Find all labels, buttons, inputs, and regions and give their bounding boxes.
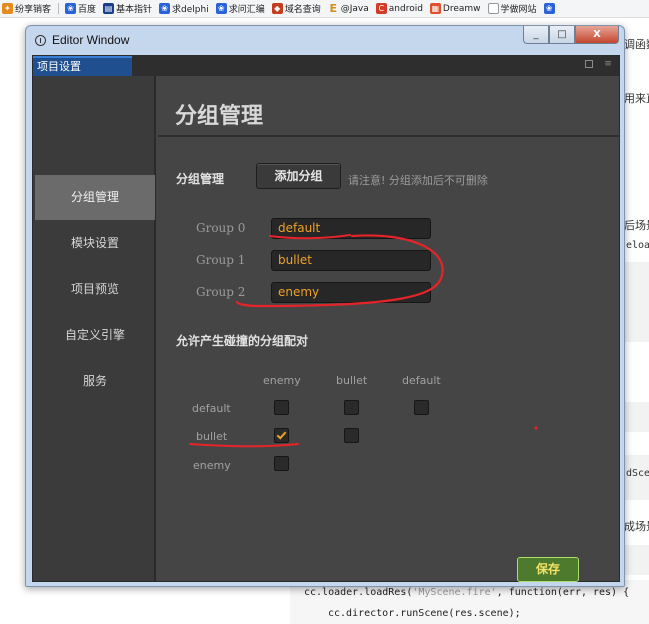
group-1-label: Group 1 (196, 253, 246, 267)
sidebar-item-custom-engine[interactable]: 自定义引擎 (35, 313, 155, 358)
add-group-note: 请注意! 分组添加后不可删除 (348, 174, 488, 187)
checkbox-default-default[interactable] (414, 400, 429, 415)
bookmark-7[interactable]: Candroid (375, 3, 423, 14)
maximize-icon: □ (557, 29, 567, 40)
paw-icon: ❀ (215, 3, 227, 14)
sidebar-item-preview[interactable]: 项目预览 (35, 267, 155, 312)
matrix-col-default: default (402, 374, 441, 387)
bookmark-6[interactable]: E @Java (328, 2, 368, 15)
window-title: Editor Window (35, 33, 129, 47)
book-icon: ▤ (103, 3, 115, 14)
sidebar-item-modules[interactable]: 模块设置 (35, 221, 155, 266)
close-button[interactable]: X (575, 26, 619, 44)
share-icon: ✦ (2, 3, 13, 14)
bookmarks-bar: ✦ 纷享销客 ❀ 百度 ▤ 基本指针 ❀ 求delphi ❀ 求问汇编 ◆ 域名查询 E @J… (0, 0, 649, 18)
checkbox-enemy-enemy[interactable] (274, 456, 289, 471)
paw-icon: ❀ (159, 3, 171, 14)
paw-icon: ❀ (65, 3, 77, 14)
save-button[interactable]: 保存 (517, 557, 579, 582)
menu-icon[interactable]: ≡ (603, 59, 613, 69)
bookmark-4[interactable]: ❀ 求问汇编 (215, 2, 265, 15)
group-0-field[interactable]: default (271, 218, 431, 239)
bookmark-separator (58, 3, 60, 14)
checkbox-default-enemy[interactable] (274, 400, 289, 415)
group-section-label: 分组管理 (176, 172, 225, 186)
collision-matrix-title: 允许产生碰撞的分组配对 (176, 334, 309, 348)
checkbox-bullet-enemy[interactable] (274, 428, 289, 443)
bookmark-3[interactable]: ❀ 求delphi (159, 2, 209, 15)
tab-controls: ≡ (585, 59, 613, 69)
add-group-button[interactable]: 添加分组 (256, 163, 341, 189)
matrix-col-enemy: enemy (263, 374, 301, 387)
window-controls: _ □ X (523, 26, 619, 44)
bookmark-0[interactable]: ✦ 纷享销客 (2, 2, 51, 15)
page-icon (487, 3, 499, 14)
editor-window: Editor Window _ □ X 项目设置 ≡ 分组管理 模块设置 项目预… (25, 25, 625, 587)
matrix-row-enemy: enemy (193, 459, 231, 472)
doc-code-fragment: eloa (626, 240, 649, 251)
page-title: 分组管理 (175, 104, 264, 129)
bookmark-10[interactable]: ❀ (543, 3, 557, 14)
maximize-button[interactable]: □ (549, 26, 575, 44)
settings-sidebar: 分组管理 模块设置 项目预览 自定义引擎 服务 (33, 76, 156, 581)
group-0-label: Group 0 (196, 221, 246, 235)
tab-strip: 项目设置 ≡ (33, 56, 619, 76)
doc-text-fragment: 调函数 (624, 38, 649, 51)
tab-project-settings[interactable]: 项目设置 (33, 56, 132, 76)
paw-icon: ❀ (543, 3, 555, 14)
checkmark-icon (276, 429, 287, 440)
doc-text-fragment: 用来直 (624, 92, 649, 105)
checkbox-default-bullet[interactable] (344, 400, 359, 415)
group-1-field[interactable]: bullet (271, 250, 431, 271)
title-divider (158, 135, 619, 137)
checkbox-bullet-bullet[interactable] (344, 428, 359, 443)
bookmark-9[interactable]: 学做网站 (487, 2, 537, 15)
minimize-button[interactable]: _ (523, 26, 549, 44)
app-power-icon (35, 34, 46, 46)
code-line: cc.director.runScene(res.scene); (328, 608, 521, 619)
minimize-icon: _ (533, 29, 539, 40)
sidebar-item-group-manager[interactable]: 分组管理 (35, 175, 155, 220)
window-title-text: Editor Window (52, 33, 130, 47)
bookmark-2[interactable]: ▤ 基本指针 (103, 2, 152, 15)
sidebar-item-services[interactable]: 服务 (35, 359, 155, 404)
group-2-label: Group 2 (196, 285, 246, 299)
matrix-row-default: default (192, 402, 231, 415)
bookmark-5[interactable]: ◆ 域名查询 (271, 2, 321, 15)
diamond-icon: ◆ (271, 3, 283, 14)
doc-code-fragment: dSce (626, 468, 649, 479)
window-client-area: 项目设置 ≡ 分组管理 模块设置 项目预览 自定义引擎 服务 分组管理 分组管理… (32, 55, 620, 582)
doc-text-fragment: 后场景 (624, 219, 649, 232)
doc-text-fragment: 成场景 (624, 520, 649, 533)
puzzle-icon: ▦ (429, 3, 441, 14)
bookmark-8[interactable]: ▦ Dreamw (429, 3, 481, 14)
c-icon: C (375, 3, 387, 14)
popout-icon[interactable] (585, 60, 593, 68)
close-icon: X (593, 29, 601, 40)
e-icon: E (329, 2, 337, 15)
matrix-row-bullet: bullet (196, 430, 228, 443)
matrix-col-bullet: bullet (336, 374, 368, 387)
group-2-field[interactable]: enemy (271, 282, 431, 303)
main-panel: 分组管理 分组管理 添加分组 请注意! 分组添加后不可删除 Group 0 de… (158, 76, 619, 582)
bookmark-1[interactable]: ❀ 百度 (65, 2, 96, 15)
